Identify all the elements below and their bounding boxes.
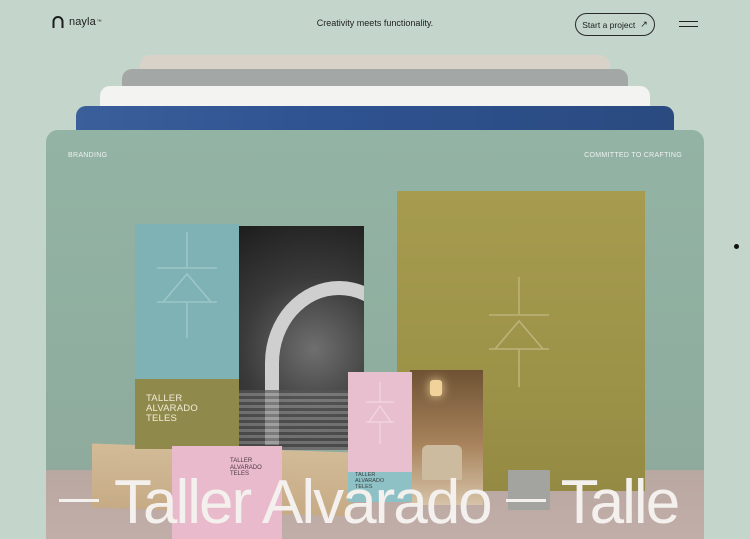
start-project-label: Start a project xyxy=(582,19,636,30)
start-project-button[interactable]: Start a project ↗ xyxy=(575,13,655,36)
project-title-marquee: Taller Alvarado Talle xyxy=(46,472,680,534)
dash-divider xyxy=(505,499,546,503)
monogram-emboss-icon xyxy=(366,382,394,444)
cursor-dot xyxy=(734,244,739,249)
dash-divider xyxy=(59,499,99,503)
teal-brand-card: TALLER ALVARADO TELES xyxy=(135,224,239,449)
motto-label: COMMITTED TO CRAFTING xyxy=(584,152,682,159)
monogram-emboss-icon xyxy=(157,232,217,338)
marquee-text-2: Talle xyxy=(560,468,681,537)
monogram-emboss-icon xyxy=(489,277,549,387)
arrow-up-right-icon: ↗ xyxy=(640,19,648,29)
lamp-shape xyxy=(430,380,442,396)
hamburger-menu-icon[interactable] xyxy=(679,19,699,29)
stair-shape xyxy=(239,390,364,450)
architecture-photo xyxy=(239,226,364,450)
brand-name-label: TALLER ALVARADO TELES xyxy=(146,393,198,424)
category-label: BRANDING xyxy=(68,152,108,159)
marquee-text-1: Taller Alvarado xyxy=(114,468,493,537)
project-card-main[interactable]: TALLER ALVARADO TELES TALLER ALVARADO TE… xyxy=(46,130,704,539)
